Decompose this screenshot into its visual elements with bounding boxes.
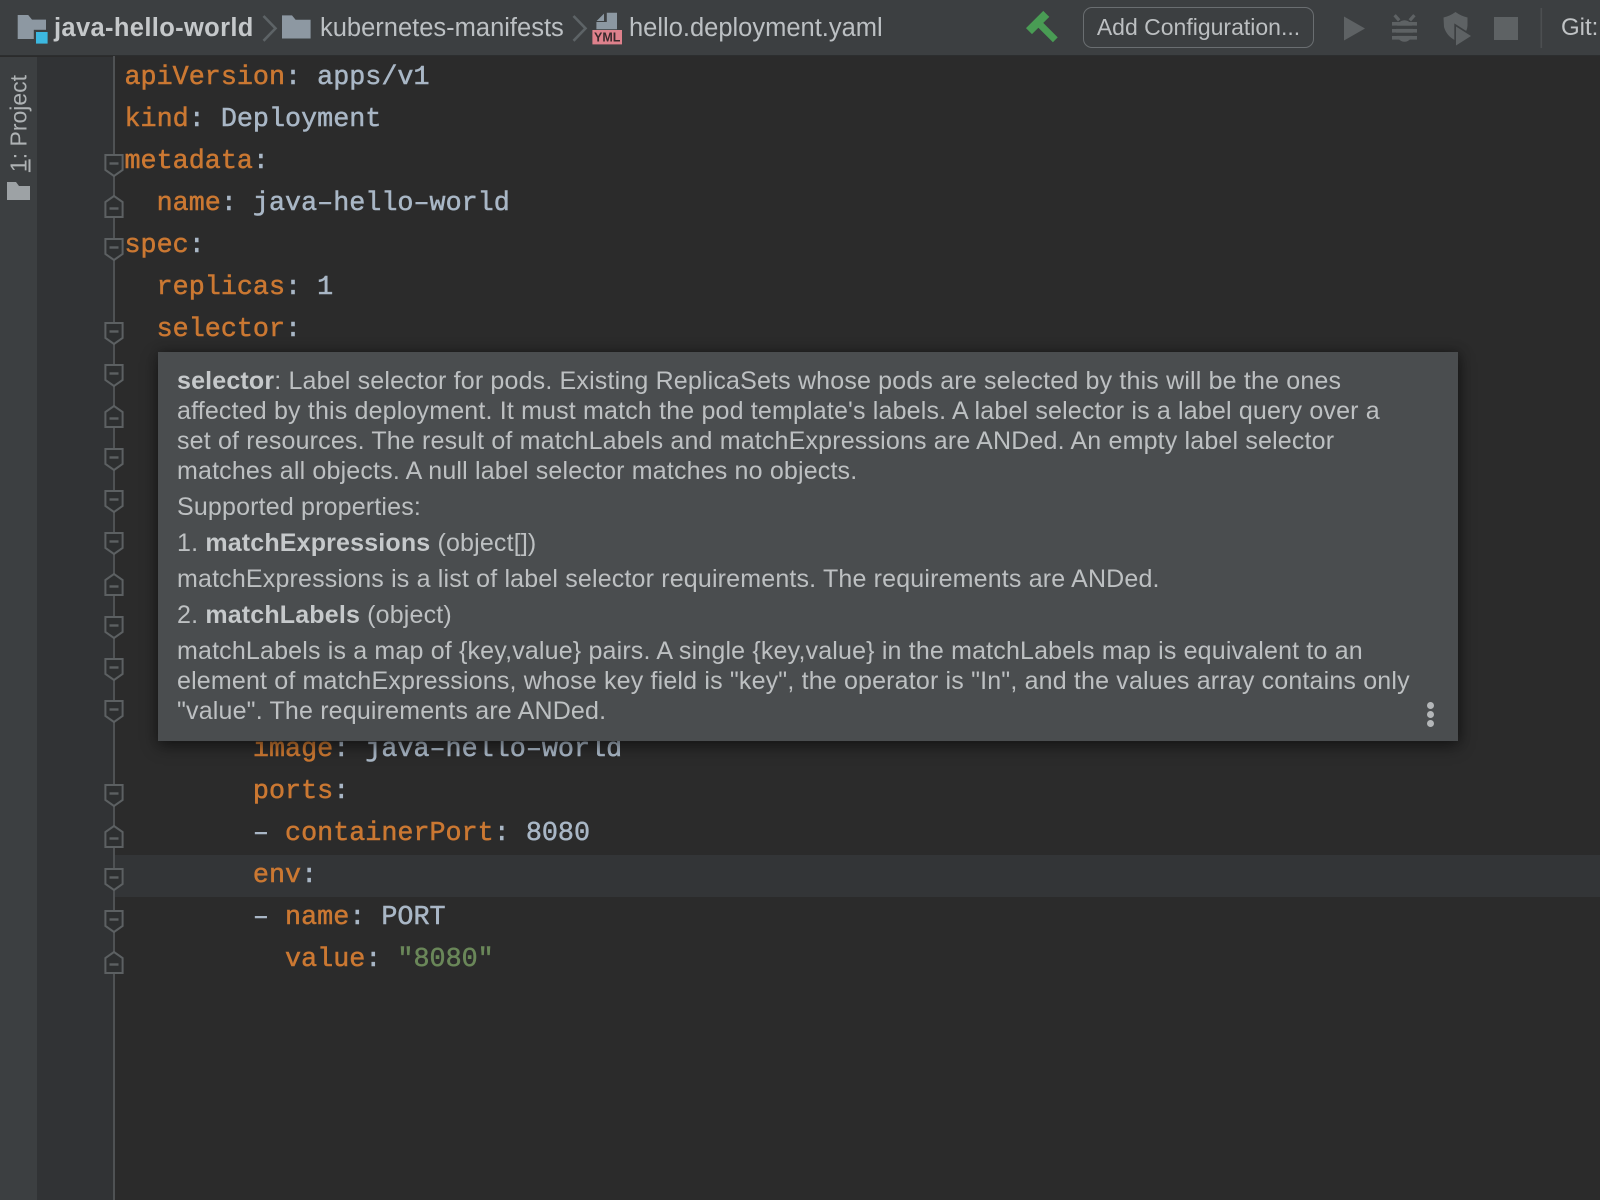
svg-text:YML: YML bbox=[594, 31, 621, 45]
